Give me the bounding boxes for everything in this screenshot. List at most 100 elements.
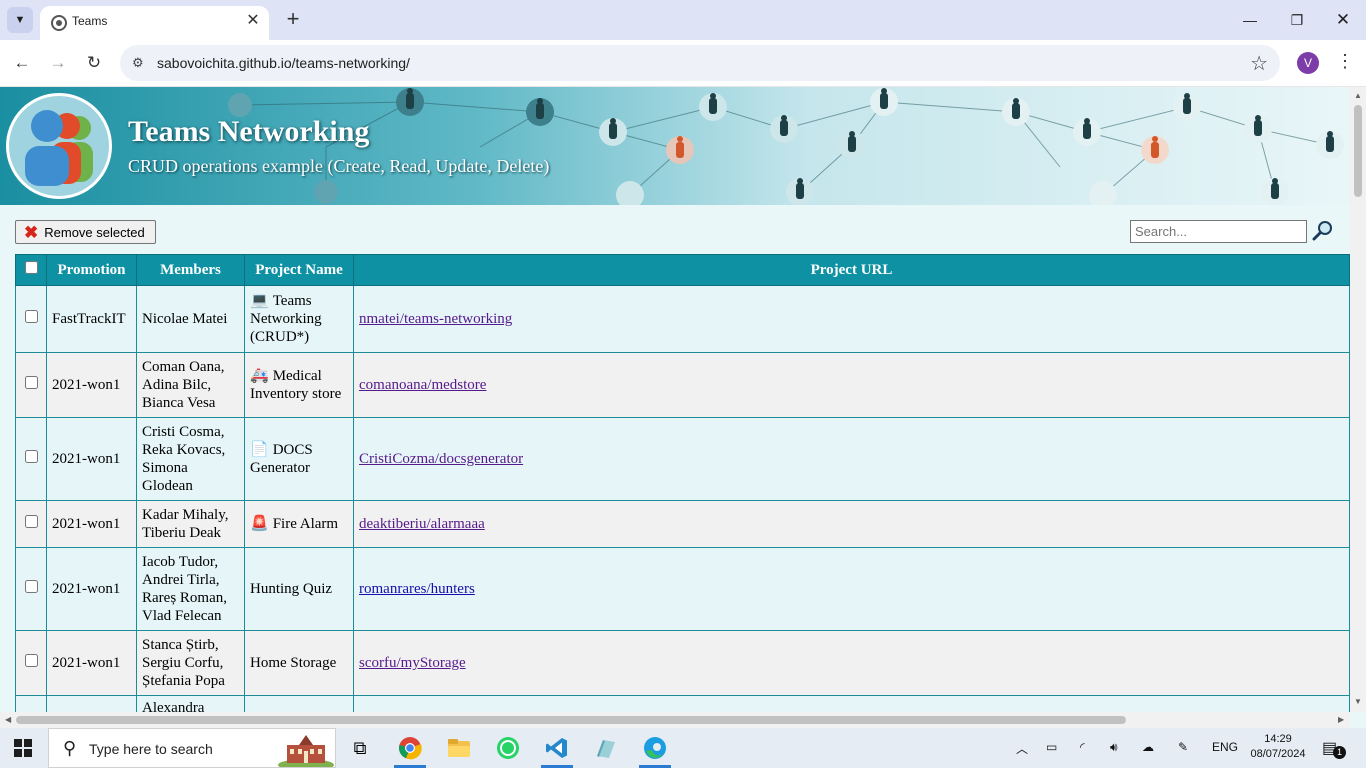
taskbar-edge[interactable] xyxy=(631,728,679,768)
members-cell: Kadar Mihaly, Tiberiu Deak xyxy=(136,500,245,548)
url-text[interactable]: sabovoichita.github.io/teams-networking/ xyxy=(157,55,410,71)
pen-icon[interactable]: ✎ xyxy=(1178,740,1188,754)
promotion-cell: 2021-won1 xyxy=(46,547,137,631)
taskbar-chrome[interactable] xyxy=(386,728,434,768)
members-cell: Nicolae Matei xyxy=(136,285,245,353)
wifi-icon[interactable]: ◜ xyxy=(1080,740,1085,754)
menu-kebab-icon[interactable]: ⋮ xyxy=(1336,51,1354,72)
logo xyxy=(6,93,112,199)
chevron-down-icon: ▼ xyxy=(14,14,26,26)
promotion-cell: FastTrackIT xyxy=(46,285,137,353)
tab-search-button[interactable]: ▼ xyxy=(7,7,33,33)
page-viewport: Teams Networking CRUD operations example… xyxy=(0,87,1366,728)
search-input[interactable] xyxy=(1130,220,1307,243)
table-row: 2021-won1 Stanca Știrb, Sergiu Corfu, Șt… xyxy=(15,630,1350,696)
notepad-icon xyxy=(597,740,615,758)
project-url-link[interactable]: deaktiberiu/alarmaaa xyxy=(359,516,485,532)
row-checkbox[interactable] xyxy=(24,376,38,389)
horizontal-scrollbar[interactable]: ◀ ▶ xyxy=(0,712,1350,728)
select-all-checkbox[interactable] xyxy=(24,261,38,274)
school-building-icon xyxy=(278,735,334,767)
close-x-icon: ✖ xyxy=(24,222,39,242)
show-hidden-icons-chevron-icon[interactable]: ︿ xyxy=(1016,740,1028,757)
project-url-cell: CristiCozma/docsgenerator xyxy=(353,417,1350,501)
teams-table: Promotion Members Project Name Project U… xyxy=(15,254,1350,728)
row-checkbox[interactable] xyxy=(24,580,38,593)
whatsapp-icon xyxy=(497,737,519,759)
row-checkbox[interactable] xyxy=(24,654,38,667)
taskbar-whatsapp[interactable] xyxy=(484,728,532,768)
forward-arrow-icon[interactable]: → xyxy=(46,51,70,75)
horizontal-scroll-thumb[interactable] xyxy=(16,716,1126,724)
row-checkbox[interactable] xyxy=(24,450,38,463)
project-url-cell: comanoana/medstore xyxy=(353,352,1350,418)
project-name-cell: 🚑 Medical Inventory store xyxy=(244,352,354,418)
team-logo-icon xyxy=(25,110,93,186)
search-magnifier-icon[interactable] xyxy=(1312,220,1334,242)
header-promotion[interactable]: Promotion xyxy=(46,254,137,286)
scroll-up-arrow-icon[interactable]: ▲ xyxy=(1354,91,1362,100)
vertical-scroll-thumb[interactable] xyxy=(1354,105,1362,197)
taskbar-vscode[interactable] xyxy=(533,728,581,768)
tab-close-icon[interactable]: ✕ xyxy=(243,11,263,31)
project-url-link[interactable]: CristiCozma/docsgenerator xyxy=(359,451,523,467)
scroll-left-arrow-icon[interactable]: ◀ xyxy=(5,715,11,724)
taskbar-file-explorer[interactable] xyxy=(435,728,483,768)
row-checkbox[interactable] xyxy=(24,310,38,323)
browser-tab[interactable]: Teams ✕ xyxy=(40,6,269,40)
taskbar-notepad-app[interactable] xyxy=(582,728,630,768)
minimize-button[interactable]: — xyxy=(1238,8,1262,32)
project-url-link[interactable]: nmatei/teams-networking xyxy=(359,311,512,327)
row-checkbox[interactable] xyxy=(24,515,38,528)
header-banner: Teams Networking CRUD operations example… xyxy=(0,87,1350,205)
project-url-link[interactable]: romanrares/hunters xyxy=(359,581,475,597)
scroll-right-arrow-icon[interactable]: ▶ xyxy=(1338,715,1344,724)
document-icon: 📄 xyxy=(250,442,269,458)
page-title: Teams Networking xyxy=(128,115,370,148)
reload-icon[interactable]: ↻ xyxy=(82,51,106,75)
task-view-button[interactable]: ⧉ xyxy=(336,728,384,768)
search-icon: ⚲ xyxy=(63,738,77,758)
table-row: 2021-won1 Iacob Tudor, Andrei Tirla, Rar… xyxy=(15,547,1350,631)
scroll-down-arrow-icon[interactable]: ▼ xyxy=(1354,697,1362,706)
notification-center-button[interactable]: ▤ 1 xyxy=(1322,738,1346,759)
project-name: Fire Alarm xyxy=(272,516,339,532)
clock-date: 08/07/2024 xyxy=(1250,748,1306,760)
project-url-link[interactable]: comanoana/medstore xyxy=(359,377,486,393)
project-name: Home Storage xyxy=(250,655,337,671)
restore-button[interactable]: ❐ xyxy=(1285,8,1309,32)
project-url-link[interactable]: scorfu/myStorage xyxy=(359,655,466,671)
taskbar-search-box[interactable]: ⚲ Type here to search xyxy=(48,728,336,768)
row-select-cell xyxy=(15,630,47,696)
members-cell: Iacob Tudor, Andrei Tirla, Rareș Roman, … xyxy=(136,547,245,631)
header-project-url[interactable]: Project URL xyxy=(353,254,1350,286)
input-language[interactable]: ENG xyxy=(1212,740,1238,754)
header-members[interactable]: Members xyxy=(136,254,245,286)
tab-title: Teams xyxy=(72,14,108,28)
remove-selected-button[interactable]: ✖ Remove selected xyxy=(15,220,156,244)
vertical-scrollbar[interactable]: ▲ ▼ xyxy=(1350,87,1366,712)
row-select-cell xyxy=(15,547,47,631)
battery-icon[interactable]: ▭ xyxy=(1046,740,1057,754)
windows-start-icon[interactable] xyxy=(14,739,32,757)
table-row: FastTrackIT Nicolae Matei 💻 Teams Network… xyxy=(15,285,1350,353)
close-window-button[interactable]: ✕ xyxy=(1331,8,1355,32)
remove-selected-label: Remove selected xyxy=(44,224,145,240)
profile-avatar[interactable]: V xyxy=(1297,52,1319,74)
new-tab-button[interactable]: + xyxy=(282,8,304,30)
onedrive-icon[interactable]: ☁ xyxy=(1142,740,1154,754)
taskbar-clock[interactable]: 14:29 08/07/2024 xyxy=(1250,732,1306,762)
vscode-icon xyxy=(546,738,567,758)
volume-icon[interactable]: 🔊︎ xyxy=(1110,740,1118,755)
promotion-cell: 2021-won1 xyxy=(46,500,137,548)
bookmark-star-icon[interactable]: ☆ xyxy=(1250,51,1268,76)
header-project-name[interactable]: Project Name xyxy=(244,254,354,286)
address-bar[interactable]: ⚙ sabovoichita.github.io/teams-networkin… xyxy=(120,45,1280,81)
back-arrow-icon[interactable]: ← xyxy=(10,51,34,75)
task-view-icon: ⧉ xyxy=(353,737,367,758)
project-url-cell: scorfu/myStorage xyxy=(353,630,1350,696)
members-cell: Cristi Cosma, Reka Kovacs, Simona Glodea… xyxy=(136,417,245,501)
project-url-cell: deaktiberiu/alarmaaa xyxy=(353,500,1350,548)
site-info-icon[interactable]: ⚙ xyxy=(132,55,144,71)
windows-taskbar: ⚲ Type here to search ⧉ ︿ ▭ ◜ 🔊︎ ☁ ✎ ENG… xyxy=(0,728,1366,768)
